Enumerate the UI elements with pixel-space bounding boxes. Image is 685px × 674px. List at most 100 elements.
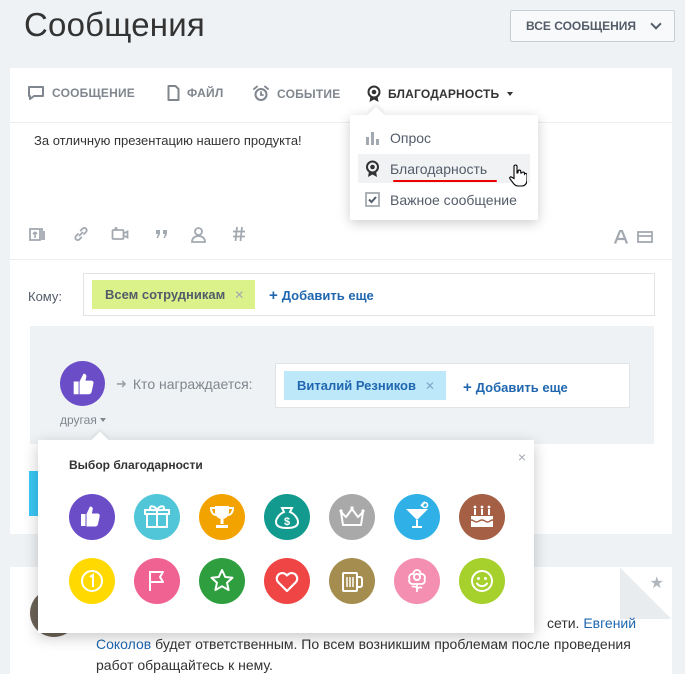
star-icon[interactable]: ★: [650, 573, 664, 593]
number-one-icon: [81, 570, 103, 592]
caret-down-icon: [507, 92, 514, 96]
selected-badge-thumbs-up[interactable]: [60, 361, 105, 406]
awardee-field[interactable]: Виталий Резников ✕ + Добавить еще: [275, 363, 630, 408]
remove-tag-icon[interactable]: ✕: [234, 288, 244, 302]
recipients-label: Кому:: [28, 289, 62, 304]
picker-title: Выбор благодарности: [69, 458, 203, 472]
awardee-tag[interactable]: Виталий Резников ✕: [284, 371, 446, 400]
badge-cup[interactable]: [199, 494, 245, 540]
gratitude-type-dropdown[interactable]: другая: [60, 413, 106, 427]
close-icon[interactable]: ×: [518, 449, 526, 465]
tab-gratitude[interactable]: БЛАГОДАРНОСТЬ: [367, 85, 514, 103]
cup-icon: [209, 506, 235, 528]
badge-drink[interactable]: [394, 494, 440, 540]
message-icon: [28, 86, 44, 100]
remove-tag-icon[interactable]: ✕: [425, 379, 435, 393]
tab-message[interactable]: СООБЩЕНИЕ: [27, 85, 135, 101]
badge-cake[interactable]: [459, 494, 505, 540]
hand-pointer-cursor-icon: [509, 164, 527, 187]
file-icon: [167, 85, 180, 101]
composer-tabs: СООБЩЕНИЕ ФАЙЛ СОБЫТИЕ БЛАГОДАРНОСТЬ: [10, 68, 672, 123]
award-medal-icon: [366, 160, 379, 177]
text-format-icon[interactable]: [614, 230, 628, 244]
add-recipient-label: Добавить еще: [281, 288, 374, 303]
flower-icon: [408, 569, 426, 592]
recipients-row: Кому: Всем сотрудникам ✕ + Добавить еще: [10, 259, 672, 316]
filter-label: ВСЕ СООБЩЕНИЯ: [526, 19, 637, 33]
tab-event[interactable]: СОБЫТИЕ: [252, 85, 340, 102]
menu-item-important[interactable]: Важное сообщение: [358, 185, 530, 214]
add-awardee-label: Добавить еще: [475, 380, 568, 395]
panel-toggle-icon[interactable]: [637, 230, 653, 244]
badge-money[interactable]: $: [264, 494, 310, 540]
badge-gift[interactable]: [134, 494, 180, 540]
quote-icon[interactable]: [155, 226, 169, 242]
menu-item-important-label: Важное сообщение: [390, 191, 517, 208]
recipients-field[interactable]: Всем сотрудникам ✕ + Добавить еще: [83, 273, 655, 316]
badge-number-one[interactable]: [69, 558, 115, 604]
feed-text-part1: сети.: [547, 615, 584, 631]
badge-flag[interactable]: [134, 558, 180, 604]
menu-item-poll[interactable]: Опрос: [358, 123, 530, 152]
badge-star[interactable]: [199, 558, 245, 604]
thumbs-up-icon: [81, 506, 100, 527]
gratitude-type-label: другая: [60, 413, 97, 427]
menu-item-gratitude[interactable]: Благодарность: [358, 154, 530, 183]
all-messages-filter-button[interactable]: ВСЕ СООБЩЕНИЯ: [510, 10, 675, 42]
who-awarded-text: Кто награждается:: [132, 376, 253, 392]
mention-user-icon[interactable]: [190, 226, 207, 243]
badge-crown[interactable]: [329, 494, 375, 540]
drink-icon: [406, 501, 429, 528]
crown-icon: [339, 506, 365, 526]
feed-text-part2: будет ответственным. По всем возникшим п…: [96, 636, 631, 673]
page-title: Сообщения: [24, 6, 205, 43]
heart-icon: [275, 571, 299, 593]
file-upload-icon[interactable]: [29, 226, 47, 242]
flag-icon: [149, 571, 164, 591]
star-icon: [210, 569, 234, 591]
tab-gratitude-label: БЛАГОДАРНОСТЬ: [388, 87, 500, 101]
tab-file[interactable]: ФАЙЛ: [167, 85, 223, 101]
important-check-icon: [365, 192, 380, 207]
tab-message-label: СООБЩЕНИЕ: [52, 86, 135, 100]
plus-icon: +: [269, 287, 278, 304]
alarm-clock-icon: [253, 85, 269, 101]
chevron-down-icon: [650, 18, 662, 30]
awardee-tag-label: Виталий Резников: [297, 378, 416, 393]
money-icon: $: [274, 507, 300, 530]
poll-chart-icon: [366, 131, 379, 145]
badge-smile[interactable]: [459, 558, 505, 604]
add-awardee-link[interactable]: + Добавить еще: [463, 379, 568, 396]
thumbs-up-icon: [73, 373, 94, 395]
hashtag-icon[interactable]: [232, 226, 246, 242]
smile-icon: [471, 570, 493, 592]
fold-corner: [620, 567, 672, 619]
gratitude-picker-popup: Выбор благодарности × $: [38, 440, 534, 633]
video-icon[interactable]: [111, 226, 129, 242]
add-recipient-link[interactable]: + Добавить еще: [269, 287, 374, 304]
badge-thumbs-up[interactable]: [69, 494, 115, 540]
menu-item-poll-label: Опрос: [390, 129, 432, 146]
tab-event-label: СОБЫТИЕ: [277, 86, 341, 101]
svg-text:$: $: [284, 516, 290, 528]
caret-down-icon: [99, 418, 106, 422]
menu-item-gratitude-label: Благодарность: [390, 160, 488, 177]
cake-icon: [470, 505, 494, 527]
badge-beer[interactable]: [329, 558, 375, 604]
badge-flower[interactable]: [394, 558, 440, 604]
post-text[interactable]: За отличную презентацию нашего продукта!: [34, 133, 302, 148]
recipient-tag[interactable]: Всем сотрудникам ✕: [92, 280, 256, 309]
user-link[interactable]: Евгений: [583, 615, 636, 631]
badge-heart[interactable]: [264, 558, 310, 604]
highlight-underline: [393, 180, 497, 182]
arrow-right-icon: ➜: [116, 376, 127, 391]
plus-icon: +: [463, 379, 472, 396]
recipient-tag-label: Всем сотрудникам: [105, 287, 226, 302]
user-link[interactable]: Соколов: [96, 636, 151, 652]
gift-icon: [144, 505, 170, 528]
link-icon[interactable]: [73, 226, 89, 242]
who-awarded-label: ➜ Кто награждается:: [116, 376, 253, 392]
award-medal-icon: [367, 85, 381, 102]
beer-icon: [342, 572, 363, 592]
gratitude-panel: другая ➜ Кто награждается: Виталий Резник…: [30, 326, 654, 444]
